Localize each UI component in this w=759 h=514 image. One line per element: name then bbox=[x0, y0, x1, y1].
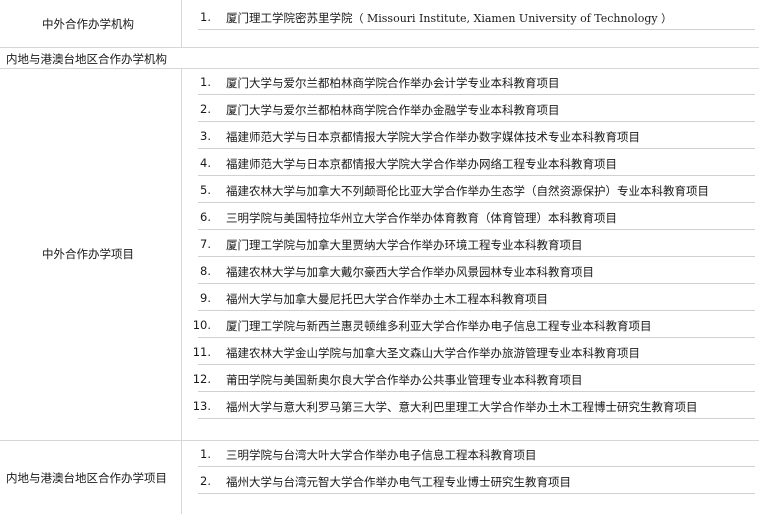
item-text: 福建师范大学与日本京都情报大学院大学合作举办数字媒体技术专业本科教育项目 bbox=[226, 130, 640, 144]
item-underline bbox=[198, 29, 755, 30]
list-item: 5. 福建农林大学与加拿大不列颠哥伦比亚大学合作举办生态学（自然资源保护）专业本科… bbox=[181, 176, 759, 203]
item-number: 5. bbox=[200, 183, 211, 197]
item-title: 厦门理工学院密苏里学院 bbox=[226, 11, 353, 25]
list-item: 1. 厦门大学与爱尔兰都柏林商学院合作举办会计学专业本科教育项目 bbox=[181, 68, 759, 95]
item-number: 1. bbox=[200, 10, 211, 24]
list-item: 8. 福建农林大学与加拿大戴尔豪西大学合作举办风景园林专业本科教育项目 bbox=[181, 257, 759, 284]
item-text: 莆田学院与美国新奥尔良大学合作举办公共事业管理专业本科教育项目 bbox=[226, 373, 583, 387]
item-number: 7. bbox=[200, 237, 211, 251]
item-number: 9. bbox=[200, 291, 211, 305]
section-label: 内地与港澳台地区合作办学项目 bbox=[6, 471, 167, 485]
list-item: 1. 厦门理工学院密苏里学院（ Missouri Institute, Xiam… bbox=[181, 3, 759, 30]
row-separator bbox=[0, 47, 759, 48]
item-number: 2. bbox=[200, 102, 211, 116]
item-number: 1. bbox=[200, 447, 211, 461]
section-label: 内地与港澳台地区合作办学机构 bbox=[6, 52, 167, 66]
item-text: 厦门理工学院与加拿大里贾纳大学合作举办环境工程专业本科教育项目 bbox=[226, 238, 583, 252]
item-text: 厦门理工学院与新西兰惠灵顿维多利亚大学合作举办电子信息工程专业本科教育项目 bbox=[226, 319, 652, 333]
item-text: 厦门理工学院密苏里学院（ Missouri Institute, Xiamen … bbox=[226, 10, 672, 26]
list-item: 10. 厦门理工学院与新西兰惠灵顿维多利亚大学合作举办电子信息工程专业本科教育项目 bbox=[181, 311, 759, 338]
item-number: 13. bbox=[192, 399, 211, 413]
item-text: 福建师范大学与日本京都情报大学院大学合作举办网络工程专业本科教育项目 bbox=[226, 157, 617, 171]
item-text: 厦门大学与爱尔兰都柏林商学院合作举办会计学专业本科教育项目 bbox=[226, 76, 560, 90]
item-number: 11. bbox=[192, 345, 211, 359]
list-item: 4. 福建师范大学与日本京都情报大学院大学合作举办网络工程专业本科教育项目 bbox=[181, 149, 759, 176]
list-item: 13. 福州大学与意大利罗马第三大学、意大利巴里理工大学合作举办土木工程博士研究生… bbox=[181, 392, 759, 419]
item-text: 福州大学与加拿大曼尼托巴大学合作举办土木工程本科教育项目 bbox=[226, 292, 548, 306]
item-number: 6. bbox=[200, 210, 211, 224]
item-text: 福建农林大学与加拿大不列颠哥伦比亚大学合作举办生态学（自然资源保护）专业本科教育… bbox=[226, 184, 709, 198]
section-label: 中外合作办学项目 bbox=[42, 247, 134, 261]
item-number: 10. bbox=[192, 318, 211, 332]
item-text: 福州大学与意大利罗马第三大学、意大利巴里理工大学合作举办土木工程博士研究生教育项… bbox=[226, 400, 698, 414]
item-english-name: （ Missouri Institute, Xiamen University … bbox=[352, 12, 673, 25]
list-item: 11. 福建农林大学金山学院与加拿大圣文森山大学合作举办旅游管理专业本科教育项目 bbox=[181, 338, 759, 365]
cooperation-table: 中外合作办学机构 1. 厦门理工学院密苏里学院（ Missouri Instit… bbox=[0, 0, 759, 514]
item-number: 8. bbox=[200, 264, 211, 278]
item-number: 3. bbox=[200, 129, 211, 143]
list-item: 3. 福建师范大学与日本京都情报大学院大学合作举办数字媒体技术专业本科教育项目 bbox=[181, 122, 759, 149]
item-text: 福建农林大学金山学院与加拿大圣文森山大学合作举办旅游管理专业本科教育项目 bbox=[226, 346, 640, 360]
list-item: 2. 厦门大学与爱尔兰都柏林商学院合作举办金融学专业本科教育项目 bbox=[181, 95, 759, 122]
item-text: 三明学院与台湾大叶大学合作举办电子信息工程本科教育项目 bbox=[226, 448, 537, 462]
list-item: 6. 三明学院与美国特拉华州立大学合作举办体育教育（体育管理）本科教育项目 bbox=[181, 203, 759, 230]
item-number: 12. bbox=[192, 372, 211, 386]
item-text: 福州大学与台湾元智大学合作举办电气工程专业博士研究生教育项目 bbox=[226, 475, 571, 489]
item-text: 厦门大学与爱尔兰都柏林商学院合作举办金融学专业本科教育项目 bbox=[226, 103, 560, 117]
item-underline bbox=[198, 418, 755, 419]
item-text: 三明学院与美国特拉华州立大学合作举办体育教育（体育管理）本科教育项目 bbox=[226, 211, 617, 225]
item-number: 4. bbox=[200, 156, 211, 170]
list-item: 12. 莆田学院与美国新奥尔良大学合作举办公共事业管理专业本科教育项目 bbox=[181, 365, 759, 392]
item-number: 1. bbox=[200, 75, 211, 89]
item-underline bbox=[198, 493, 755, 494]
list-item: 9. 福州大学与加拿大曼尼托巴大学合作举办土木工程本科教育项目 bbox=[181, 284, 759, 311]
item-text: 福建农林大学与加拿大戴尔豪西大学合作举办风景园林专业本科教育项目 bbox=[226, 265, 594, 279]
list-item: 7. 厦门理工学院与加拿大里贾纳大学合作举办环境工程专业本科教育项目 bbox=[181, 230, 759, 257]
section-label: 中外合作办学机构 bbox=[42, 17, 134, 31]
item-number: 2. bbox=[200, 474, 211, 488]
list-item: 1. 三明学院与台湾大叶大学合作举办电子信息工程本科教育项目 bbox=[181, 440, 759, 467]
list-item: 2. 福州大学与台湾元智大学合作举办电气工程专业博士研究生教育项目 bbox=[181, 467, 759, 494]
